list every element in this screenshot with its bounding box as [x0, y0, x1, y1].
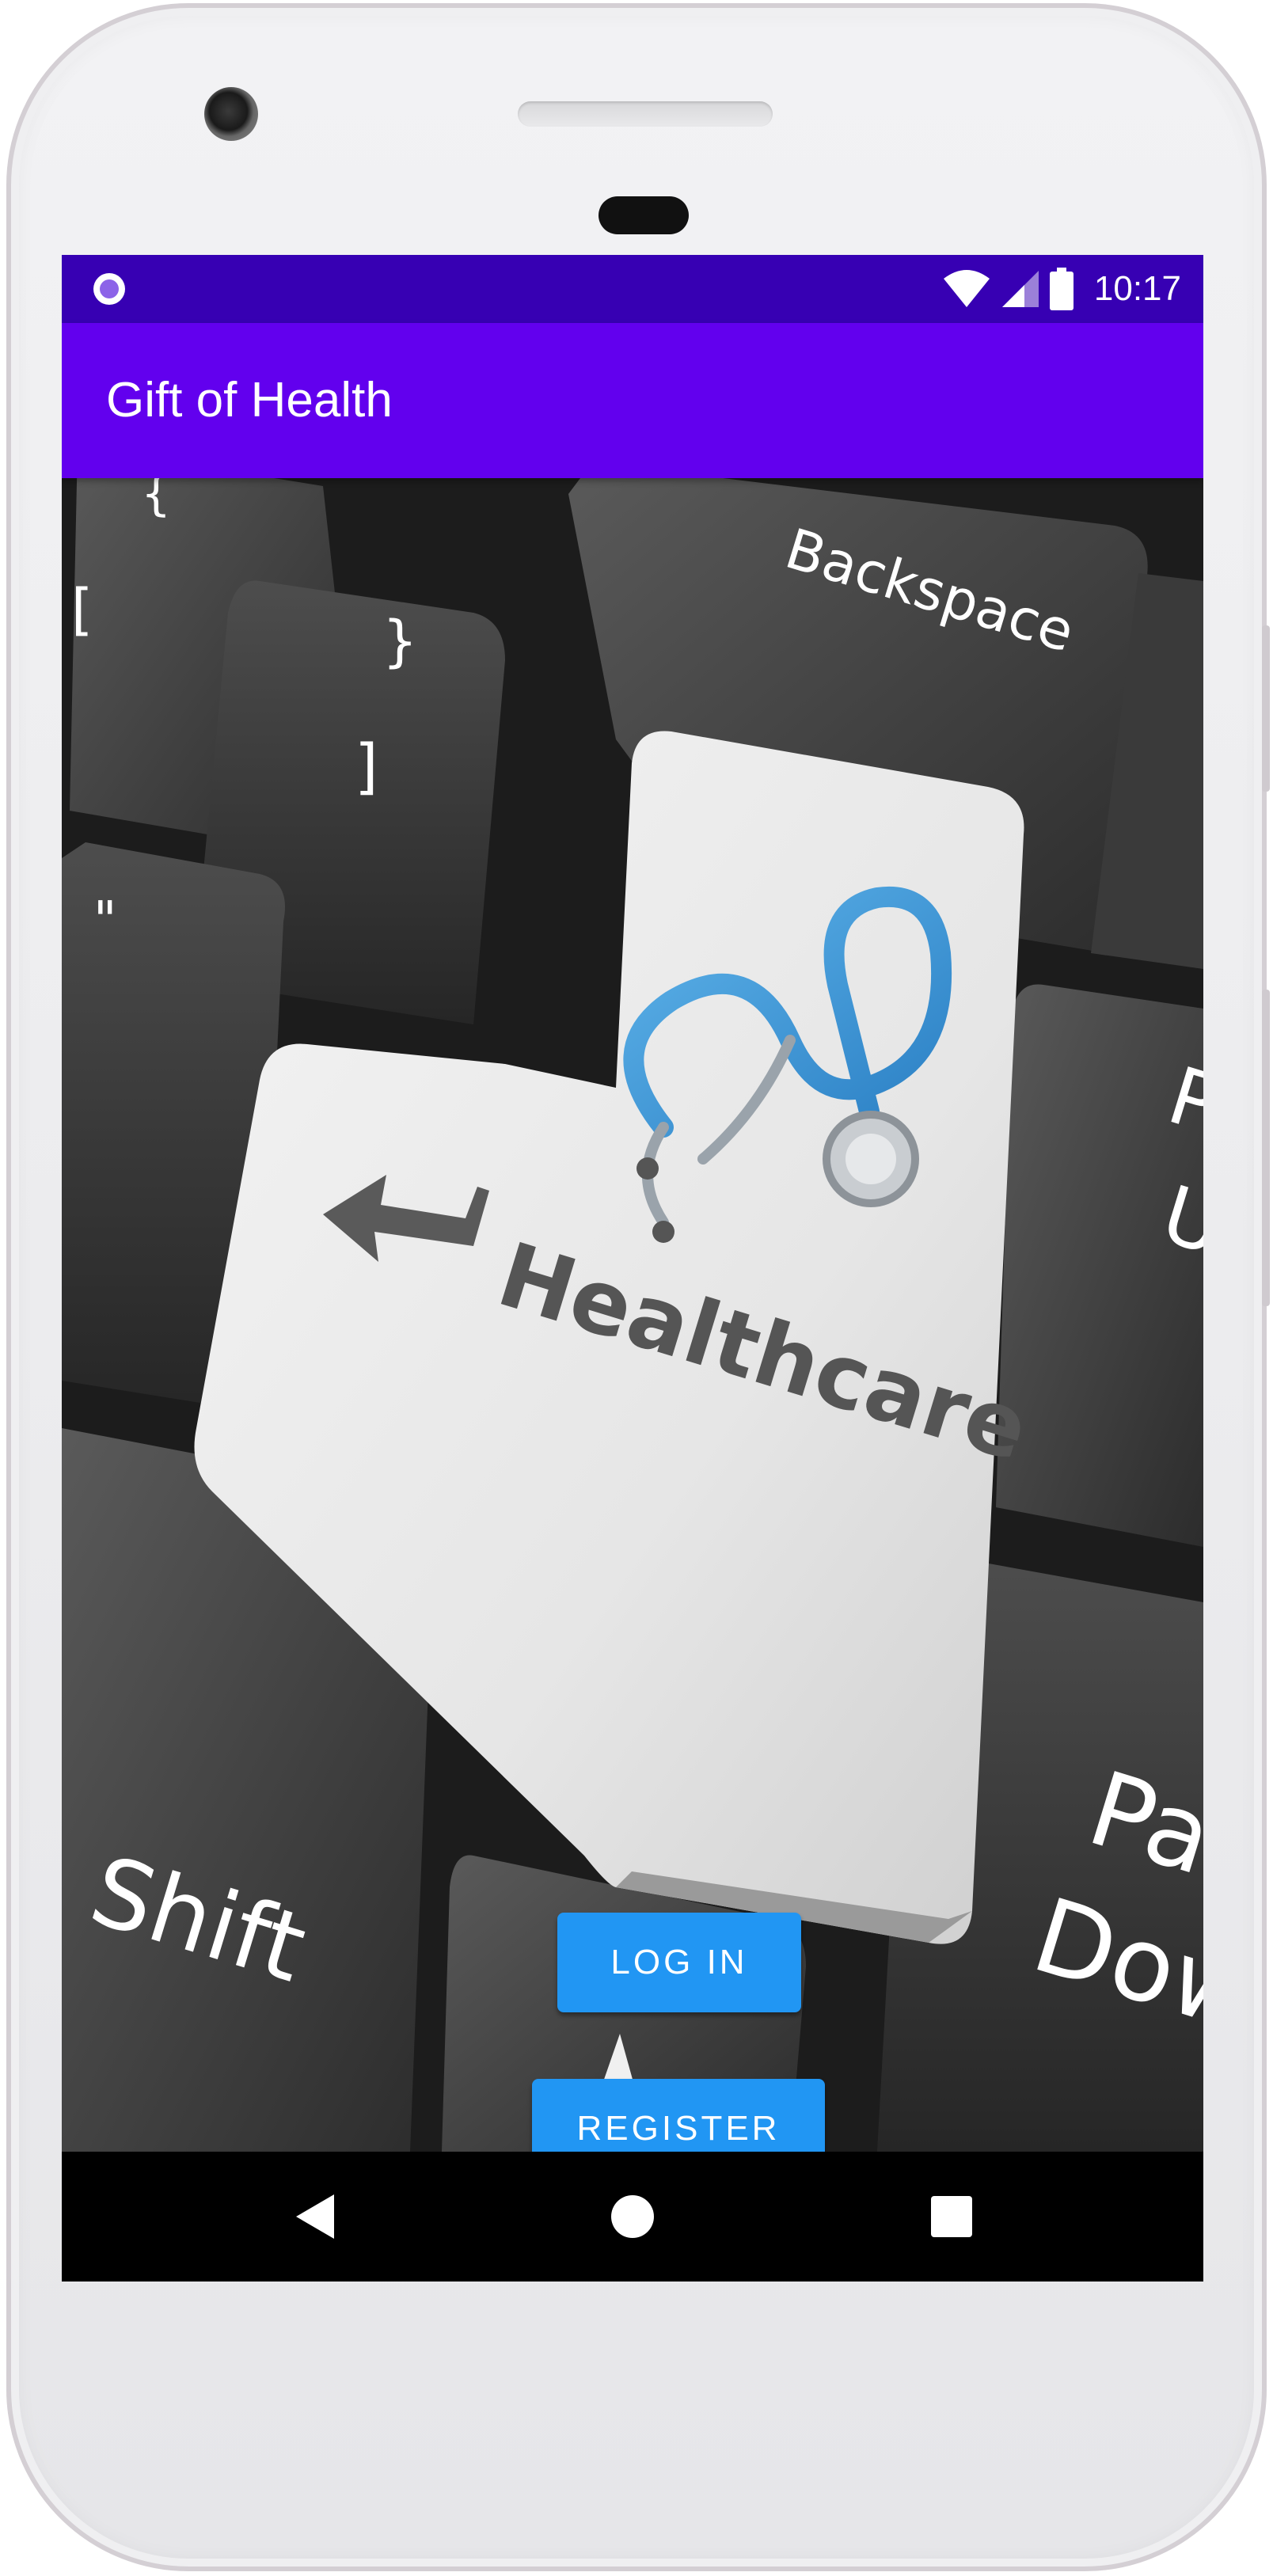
battery-icon	[1049, 268, 1074, 310]
key-label-bracket-open: [	[71, 577, 93, 642]
notification-dot-icon	[93, 273, 125, 305]
key-label-quote: "	[93, 891, 116, 950]
back-icon	[296, 2194, 334, 2239]
nav-recents-button[interactable]	[888, 2152, 1015, 2282]
register-button[interactable]: REGISTER	[532, 2079, 825, 2152]
status-icons: 10:17	[942, 255, 1181, 323]
nav-back-button[interactable]	[252, 2152, 378, 2282]
status-time: 10:17	[1093, 269, 1181, 308]
key-label-brace-close: }	[382, 609, 418, 674]
volume-button	[1262, 990, 1270, 1306]
navigation-bar	[62, 2152, 1203, 2282]
cellular-signal-icon	[1001, 271, 1039, 307]
hero-keyboard-image: Backspace { [ } ] " Healthcare Shift Pag…	[62, 478, 1203, 2152]
proximity-sensor	[598, 196, 689, 234]
main-content: Backspace { [ } ] " Healthcare Shift Pag…	[62, 478, 1203, 2152]
nav-home-button[interactable]	[569, 2152, 696, 2282]
home-icon	[611, 2195, 654, 2238]
earpiece-speaker	[518, 101, 773, 127]
wifi-icon	[943, 270, 990, 307]
power-button	[1262, 625, 1270, 792]
status-bar: 10:17	[62, 255, 1203, 323]
login-button[interactable]: LOG IN	[557, 1913, 801, 2012]
front-camera	[204, 87, 258, 141]
app-bar: Gift of Health	[62, 323, 1203, 478]
screen: 10:17 Gift of Health Backspace {[}] "…	[62, 255, 1203, 2282]
recents-icon	[931, 2196, 972, 2237]
key-label-bracket-close: ]	[355, 731, 378, 801]
key-label-brace-open: {	[141, 478, 171, 522]
page-up-key	[996, 984, 1203, 1547]
app-title: Gift of Health	[106, 373, 393, 427]
